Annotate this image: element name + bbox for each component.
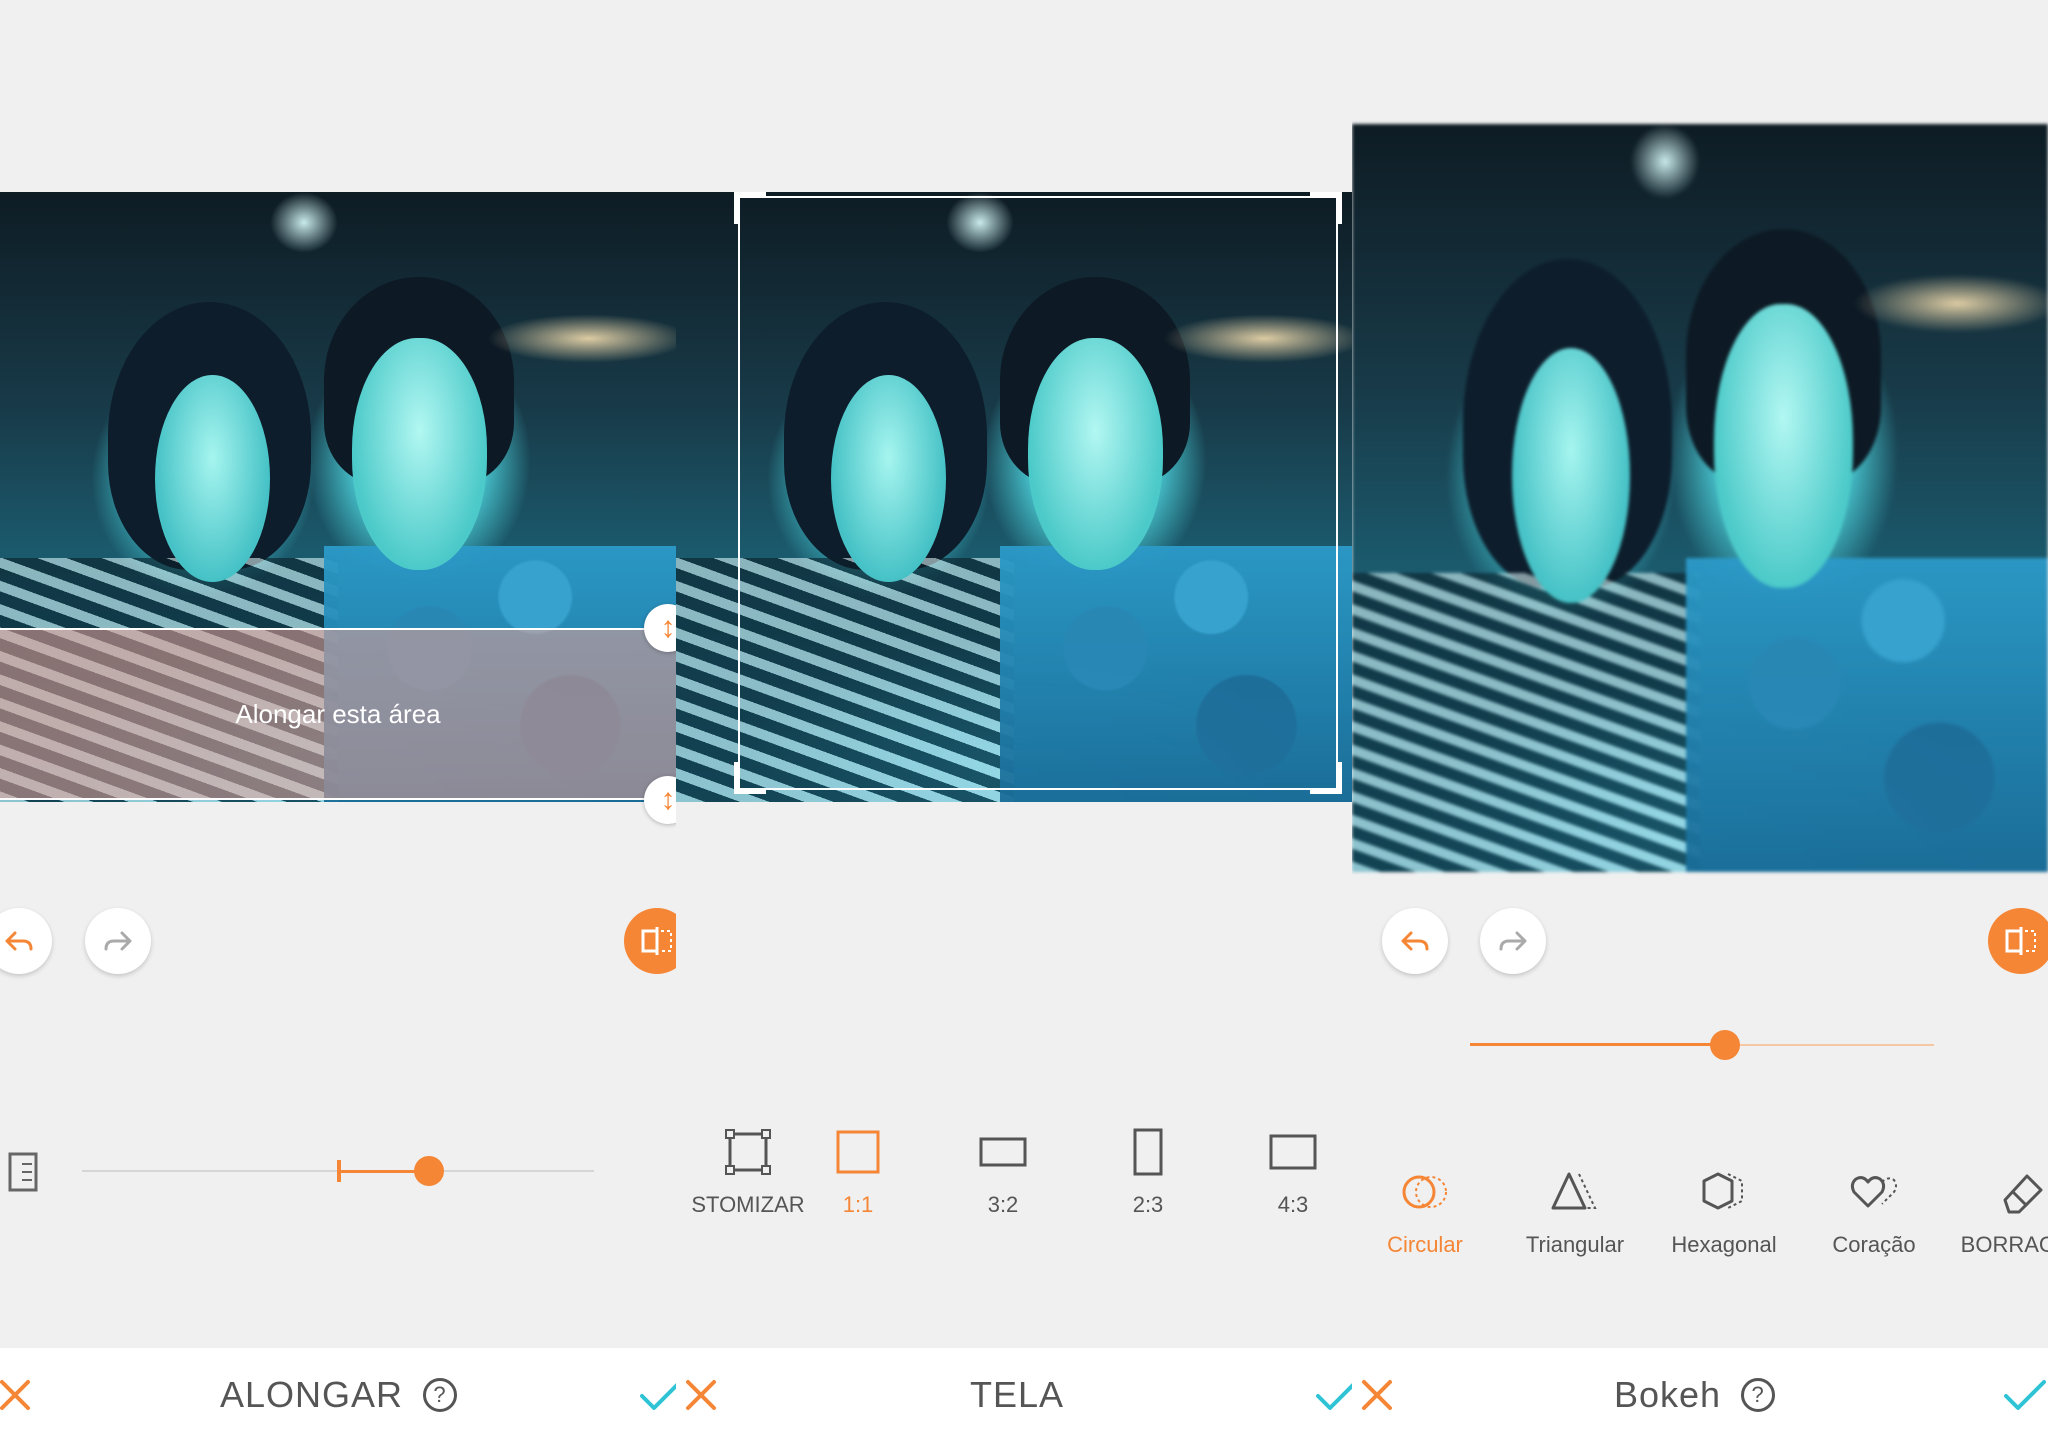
compare-button[interactable] <box>1988 908 2048 974</box>
tool-label: Hexagonal <box>1671 1232 1777 1257</box>
tool-ratio-4-3[interactable]: 4:3 <box>1218 1126 1352 1218</box>
stretch-area-label: Alongar esta área <box>235 698 441 729</box>
crop-handle-top-right[interactable] <box>1310 192 1342 224</box>
tool-label: 2:3 <box>1132 1192 1164 1217</box>
portrait-2-3-icon <box>1133 1128 1163 1176</box>
help-icon[interactable]: ? <box>423 1378 458 1412</box>
cancel-x-icon[interactable] <box>0 1370 40 1420</box>
crop-frame[interactable] <box>734 192 1342 794</box>
undo-button[interactable] <box>0 908 52 974</box>
stretch-area[interactable]: Alongar esta área <box>0 628 676 800</box>
tool-ratio-1-1[interactable]: 1:1 <box>783 1126 933 1218</box>
tool-label: 1:1 <box>842 1192 874 1217</box>
tool-label: BORRACHA <box>1960 1232 2048 1257</box>
landscape-3-2-icon <box>979 1137 1027 1167</box>
crop-handle-top-left[interactable] <box>734 192 766 224</box>
undo-icon <box>5 931 33 951</box>
compare-icon <box>2005 927 2036 955</box>
circular-bokeh-icon <box>1402 1175 1447 1209</box>
eraser-icon <box>2003 1174 2043 1214</box>
bokeh-panel: Circular Triangular Hexagonal Coração BO… <box>1352 0 2048 1442</box>
ruler-icon <box>8 1152 38 1192</box>
bottom-bar: Bokeh ? <box>1352 1348 2048 1442</box>
undo-button[interactable] <box>1382 908 1448 974</box>
redo-icon <box>1499 931 1527 951</box>
cancel-x-icon[interactable] <box>1352 1370 1402 1420</box>
heart-bokeh-icon <box>1850 1176 1897 1208</box>
hexagonal-bokeh-icon <box>1702 1172 1743 1210</box>
crop-handle-bottom-left[interactable] <box>734 762 766 794</box>
tool-eraser[interactable]: BORRACHA <box>1948 1166 2048 1258</box>
tool-label: 4:3 <box>1277 1192 1309 1217</box>
photo-canvas[interactable] <box>1352 124 2048 872</box>
tool-title: ALONGAR <box>220 1374 404 1415</box>
undo-icon <box>1401 931 1429 951</box>
crop-handle-bottom-right[interactable] <box>1310 762 1342 794</box>
cancel-x-icon[interactable] <box>676 1370 726 1420</box>
apply-check-icon[interactable] <box>636 1370 676 1420</box>
tool-area <box>0 996 676 1348</box>
bottom-bar: ALONGAR ? <box>0 1348 676 1442</box>
bottom-bar: TELA <box>676 1348 1352 1442</box>
compare-button[interactable] <box>624 908 676 974</box>
stretch-slider-knob[interactable] <box>414 1156 444 1186</box>
alongar-panel: Alongar esta área ↕ ↕ ALONGAR ? <box>0 0 676 1442</box>
compare-icon <box>641 927 672 955</box>
tool-label: Coração <box>1832 1232 1916 1257</box>
tool-area: Circular Triangular Hexagonal Coração BO… <box>1352 996 2048 1348</box>
tool-hexagonal[interactable]: Hexagonal <box>1649 1166 1799 1258</box>
tool-ratio-3-2[interactable]: 3:2 <box>928 1126 1078 1218</box>
landscape-4-3-icon <box>1269 1134 1317 1170</box>
triangular-bokeh-icon <box>1551 1172 1597 1210</box>
redo-button[interactable] <box>1480 908 1546 974</box>
square-icon <box>836 1130 880 1174</box>
tool-ratio-2-3[interactable]: 2:3 <box>1073 1126 1223 1218</box>
tool-circular[interactable]: Circular <box>1352 1166 1500 1258</box>
redo-button[interactable] <box>85 908 151 974</box>
tool-label: Triangular <box>1525 1232 1625 1257</box>
apply-check-icon[interactable] <box>1312 1370 1352 1420</box>
help-icon[interactable]: ? <box>1741 1378 1776 1412</box>
tool-label: Circular <box>1387 1232 1463 1257</box>
tool-heart[interactable]: Coração <box>1799 1166 1949 1258</box>
tool-title: TELA <box>970 1374 1065 1415</box>
custom-crop-icon <box>725 1129 771 1175</box>
tool-triangular[interactable]: Triangular <box>1500 1166 1650 1258</box>
tool-title: Bokeh <box>1614 1374 1722 1415</box>
redo-icon <box>104 931 132 951</box>
tool-area: STOMIZAR 1:1 3:2 2:3 4:3 <box>676 996 1352 1348</box>
apply-check-icon[interactable] <box>2000 1370 2048 1420</box>
tool-label: 3:2 <box>987 1192 1019 1217</box>
